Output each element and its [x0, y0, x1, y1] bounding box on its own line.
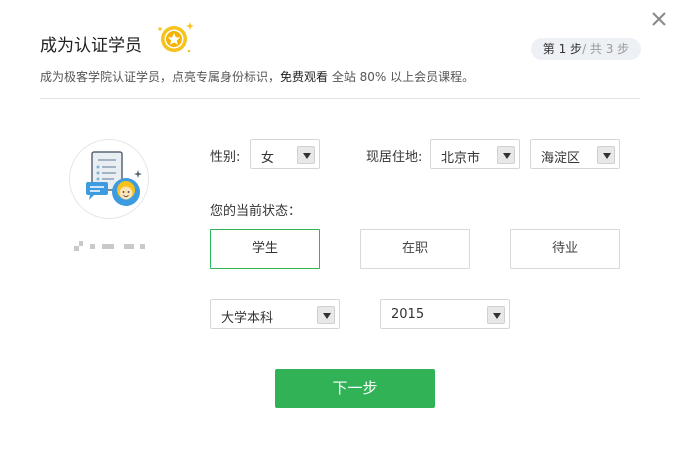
education-value: 大学本科 [221, 311, 274, 326]
chevron-down-icon [497, 146, 515, 164]
chevron-down-icon [297, 146, 315, 164]
dialog-title: 成为认证学员 [40, 36, 142, 56]
year-select[interactable]: 2015 [380, 299, 510, 329]
city-select[interactable]: 北京市 [430, 139, 520, 169]
header-divider [40, 98, 640, 99]
avatar [69, 139, 149, 219]
close-icon [652, 12, 666, 26]
chevron-down-icon [597, 146, 615, 164]
district-select[interactable]: 海淀区 [530, 139, 620, 169]
subtitle-part1: 成为极客学院认证学员，点亮专属身份标识， [40, 70, 281, 84]
step-total: / 共 3 步 [582, 42, 630, 56]
next-step-button[interactable]: 下一步 [275, 369, 435, 408]
status-option-student[interactable]: 学生 [210, 229, 320, 269]
status-option-unemployed[interactable]: 待业 [510, 229, 620, 269]
step-indicator: 第 1 步/ 共 3 步 [531, 38, 641, 60]
star-medal-icon [155, 20, 195, 56]
subtitle-strong: 免费观看 [280, 70, 329, 84]
chevron-down-icon [487, 306, 505, 324]
city-value: 北京市 [441, 151, 481, 166]
gender-label: 性别: [210, 150, 241, 165]
certificate-avatar-icon [86, 151, 142, 206]
year-value: 2015 [391, 307, 425, 322]
status-label: 您的当前状态： [210, 204, 302, 219]
status-option-employed[interactable]: 在职 [360, 229, 470, 269]
gender-select[interactable]: 女 [250, 139, 320, 169]
step-current: 第 1 步 [542, 42, 583, 56]
residence-label: 现居住地: [366, 150, 423, 165]
close-button[interactable] [649, 9, 669, 29]
gender-value: 女 [261, 151, 275, 166]
education-select[interactable]: 大学本科 [210, 299, 340, 329]
subtitle-part2: 全站 80% 以上会员课程。 [328, 70, 475, 84]
masked-username [74, 241, 146, 251]
subtitle: 成为极客学院认证学员，点亮专属身份标识，免费观看 全站 80% 以上会员课程。 [40, 68, 474, 85]
district-value: 海淀区 [541, 151, 581, 166]
chevron-down-icon [317, 306, 335, 324]
